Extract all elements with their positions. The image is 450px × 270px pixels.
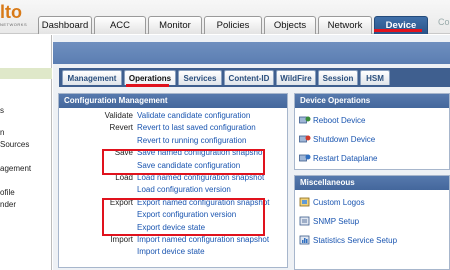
snmp-icon [299, 216, 311, 226]
device-tab-highlight [374, 29, 422, 32]
shutdown-icon [299, 134, 311, 144]
export-highlight-box [102, 198, 265, 236]
tab-content-id[interactable]: Content-ID [224, 70, 274, 85]
tab-dashboard[interactable]: Dashboard [38, 16, 92, 34]
left-nav: s n Sources agement ofile nder [0, 35, 52, 270]
config-row-link[interactable]: Revert to running configuration [137, 136, 246, 145]
sub-tabs: Management Operations Services Content-I… [59, 68, 450, 87]
config-row-link[interactable]: Import device state [137, 247, 205, 256]
restart-icon [299, 153, 311, 163]
left-nav-selected-bar [0, 68, 52, 79]
shutdown-device-item[interactable]: Shutdown Device [299, 133, 375, 145]
statistics-service-setup-item[interactable]: Statistics Service Setup [299, 234, 397, 246]
top-bar: lto NETWORKS Dashboard ACC Monitor Polic… [0, 0, 450, 34]
panel-title: Configuration Management [59, 94, 287, 108]
tab-objects[interactable]: Objects [264, 16, 316, 34]
snmp-setup-link[interactable]: SNMP Setup [313, 217, 359, 226]
config-row-label: Revert [109, 123, 133, 133]
custom-logos-item[interactable]: Custom Logos [299, 196, 365, 208]
panel-title: Miscellaneous [295, 176, 449, 190]
reboot-device-link[interactable]: Reboot Device [313, 116, 365, 125]
logo-tagline: NETWORKS [0, 22, 28, 27]
statistics-service-setup-link[interactable]: Statistics Service Setup [313, 236, 397, 245]
tab-management[interactable]: Management [62, 70, 122, 85]
reboot-device-item[interactable]: Reboot Device [299, 114, 365, 126]
left-nav-item[interactable]: n [0, 128, 4, 137]
brand-logo: lto NETWORKS [0, 3, 34, 33]
restart-dataplane-link[interactable]: Restart Dataplane [313, 154, 377, 163]
miscellaneous-panel: Miscellaneous Custom Logos SNMP Setup St… [294, 175, 450, 270]
logo-icon [299, 197, 311, 207]
left-nav-item[interactable]: ofile [0, 188, 15, 197]
tab-network[interactable]: Network [318, 16, 372, 34]
left-nav-item[interactable]: nder [0, 200, 16, 209]
content-header-bar [53, 42, 450, 64]
config-row-label: Validate [104, 111, 133, 120]
config-row-link[interactable]: Validate candidate configuration [137, 111, 250, 120]
custom-logos-link[interactable]: Custom Logos [313, 198, 365, 207]
tab-policies[interactable]: Policies [204, 16, 262, 34]
panel-title: Device Operations [295, 94, 449, 108]
snmp-setup-item[interactable]: SNMP Setup [299, 215, 359, 227]
left-nav-item[interactable]: Sources [0, 140, 29, 149]
left-nav-item[interactable]: agement [0, 164, 31, 173]
restart-dataplane-item[interactable]: Restart Dataplane [299, 152, 377, 164]
commit-link-partial[interactable]: Co [438, 17, 450, 27]
tab-acc[interactable]: ACC [94, 16, 146, 34]
config-row-link[interactable]: Revert to last saved configuration [137, 123, 256, 132]
tab-wildfire[interactable]: WildFire [276, 70, 316, 85]
tab-operations[interactable]: Operations [124, 70, 176, 85]
config-row-link[interactable]: Import named configuration snapshot [137, 235, 269, 244]
tab-hsm[interactable]: HSM [360, 70, 390, 85]
device-operations-panel: Device Operations Reboot Device Shutdown… [294, 93, 450, 170]
reboot-icon [299, 115, 311, 125]
tab-session[interactable]: Session [318, 70, 358, 85]
config-row-link[interactable]: Load configuration version [137, 185, 231, 194]
operations-tab-highlight [126, 84, 169, 87]
left-nav-item[interactable]: s [0, 106, 4, 115]
save-highlight-box [102, 149, 265, 175]
shutdown-device-link[interactable]: Shutdown Device [313, 135, 375, 144]
tab-monitor[interactable]: Monitor [148, 16, 202, 34]
tab-services[interactable]: Services [178, 70, 222, 85]
logo-text: lto [0, 2, 22, 22]
config-row-label: Import [110, 235, 133, 244]
statistics-icon [299, 235, 311, 245]
